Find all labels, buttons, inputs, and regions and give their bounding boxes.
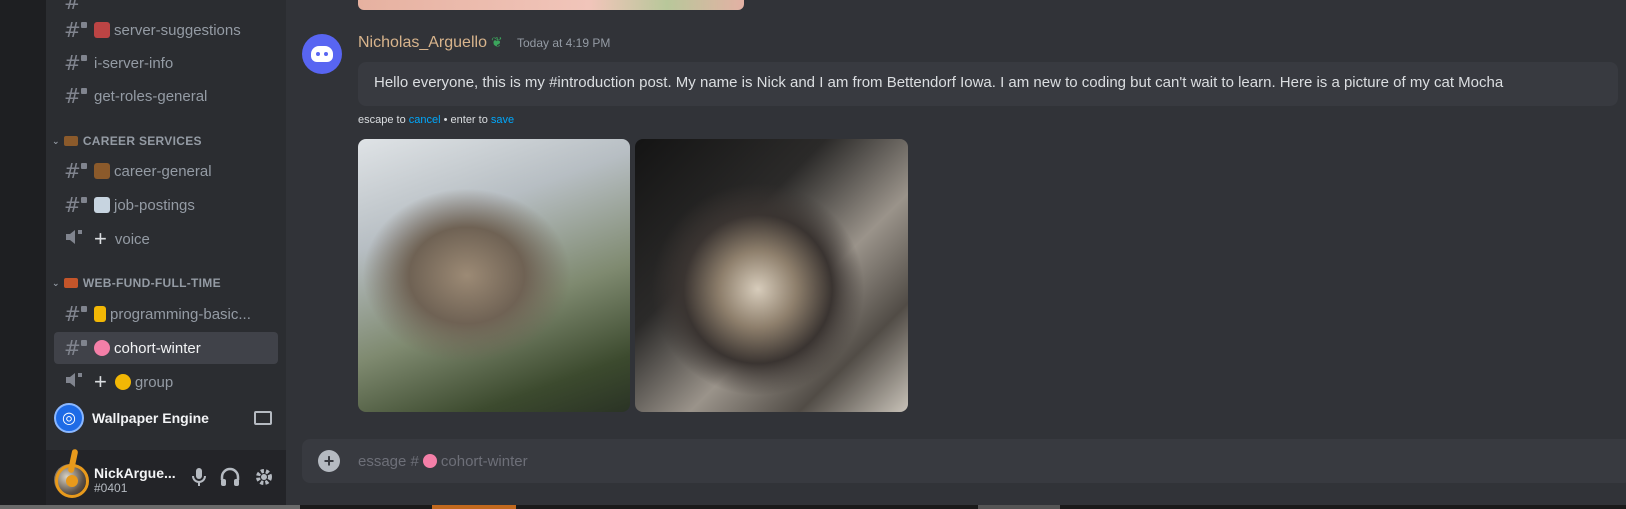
cherry-blossom-emoji-icon xyxy=(94,340,110,356)
activity-bar[interactable]: ◎ Wallpaper Engine xyxy=(46,398,286,438)
category-web-fund-full-time[interactable]: ⌄ WEB-FUND-FULL-TIME xyxy=(52,276,221,290)
edit-hint: escape to cancel • enter to save xyxy=(358,114,514,126)
channel-get-roles-general[interactable]: # get-roles-general xyxy=(54,80,278,112)
heart-hands-emoji-icon xyxy=(114,374,131,390)
discord-logo-icon xyxy=(311,46,333,62)
sprout-badge-icon: ❦ xyxy=(490,34,503,50)
server-rail xyxy=(0,0,46,509)
channel-sidebar: # # server-suggestions # i-server-info #… xyxy=(46,0,286,509)
message-edit-input[interactable]: Hello everyone, this is my #introduction… xyxy=(358,62,1618,106)
channel-label: server-suggestions xyxy=(114,21,241,39)
channel-i-server-info[interactable]: # i-server-info xyxy=(54,47,278,79)
headphones-icon[interactable] xyxy=(220,467,240,492)
plus-icon: + xyxy=(94,226,107,251)
mailbox-emoji-icon xyxy=(94,22,110,38)
hash-icon: # xyxy=(64,53,88,73)
channel-label: career-general xyxy=(114,162,212,180)
chat-area: Nicholas_Arguello ❦ Today at 4:19 PM Hel… xyxy=(286,0,1626,509)
hash-icon: # xyxy=(64,0,81,14)
add-attachment-button[interactable]: + xyxy=(318,450,340,472)
speaker-icon xyxy=(64,228,88,250)
microphone-icon[interactable] xyxy=(192,467,206,492)
category-career-services[interactable]: ⌄ CAREER SERVICES xyxy=(52,134,202,148)
edit-hint-text: escape to xyxy=(358,114,409,126)
cancel-link[interactable]: cancel xyxy=(409,114,441,126)
message-timestamp: Today at 4:19 PM xyxy=(516,36,611,50)
screen-share-icon[interactable] xyxy=(254,411,272,425)
hash-icon: # xyxy=(64,86,88,106)
user-info[interactable]: NickArgue... #0401 xyxy=(94,465,176,495)
channel-server-suggestions[interactable]: # server-suggestions xyxy=(54,14,278,46)
speaker-icon xyxy=(64,371,88,393)
channel-label: programming-basic... xyxy=(110,305,251,323)
channel-label: cohort-winter xyxy=(114,339,201,357)
cherry-blossom-emoji-icon xyxy=(422,454,437,468)
books-icon xyxy=(63,278,78,288)
composer-placeholder: essage # cohort-winter xyxy=(358,453,528,470)
cursor-highlight-dot xyxy=(66,475,78,487)
plus-icon: + xyxy=(94,369,107,394)
message-composer[interactable]: + essage # cohort-winter xyxy=(302,439,1626,483)
channel-career-general[interactable]: # career-general xyxy=(54,155,278,187)
channel-group[interactable]: + group xyxy=(54,366,278,398)
taskbar-strip xyxy=(0,505,1626,509)
channel-cohort-winter[interactable]: # cohort-winter xyxy=(54,332,278,364)
hash-icon: # xyxy=(64,338,88,358)
hash-icon: # xyxy=(64,161,88,181)
hash-icon: # xyxy=(64,304,88,324)
message-author[interactable]: Nicholas_Arguello xyxy=(358,34,487,52)
gear-icon[interactable] xyxy=(254,467,274,492)
placeholder-prefix: essage # xyxy=(358,452,419,470)
hash-icon: # xyxy=(64,195,88,215)
channel-label: job-postings xyxy=(114,196,195,214)
category-label: WEB-FUND-FULL-TIME xyxy=(82,276,221,290)
chevron-down-icon: ⌄ xyxy=(52,277,60,288)
category-label: CAREER SERVICES xyxy=(82,134,202,148)
user-controls xyxy=(192,467,274,492)
message-text: Hello everyone, this is my #introduction… xyxy=(374,74,1504,91)
message-header: Nicholas_Arguello ❦ Today at 4:19 PM xyxy=(358,34,610,52)
chevron-down-icon: ⌄ xyxy=(52,135,60,146)
briefcase-icon xyxy=(63,136,78,146)
cat-photo-attachment[interactable] xyxy=(358,139,630,412)
briefcase-emoji-icon xyxy=(94,163,110,179)
notebook-emoji-icon xyxy=(94,306,106,322)
placeholder-channel: cohort-winter xyxy=(440,452,528,470)
channel-label: get-roles-general xyxy=(94,87,208,105)
channel-label: i-server-info xyxy=(94,54,174,72)
channel-label: group xyxy=(134,373,174,391)
message-avatar[interactable] xyxy=(302,34,342,74)
channel-programming-basics[interactable]: # programming-basic... xyxy=(54,298,278,330)
hash-icon: # xyxy=(64,20,88,40)
previous-image-attachment[interactable] xyxy=(358,0,744,10)
user-tag: #0401 xyxy=(94,480,128,495)
username: NickArgue... xyxy=(94,464,176,481)
save-link[interactable]: save xyxy=(491,114,514,126)
notepad-emoji-icon xyxy=(94,197,110,213)
channel-job-postings[interactable]: # job-postings xyxy=(54,189,278,221)
activity-name: Wallpaper Engine xyxy=(92,410,209,426)
wallpaper-engine-logo-icon: ◎ xyxy=(54,403,84,433)
edit-hint-text: • enter to xyxy=(440,114,491,126)
channel-label: voice xyxy=(114,230,150,248)
cat-photo-attachment[interactable] xyxy=(635,139,908,412)
channel-voice[interactable]: + voice xyxy=(54,223,278,255)
